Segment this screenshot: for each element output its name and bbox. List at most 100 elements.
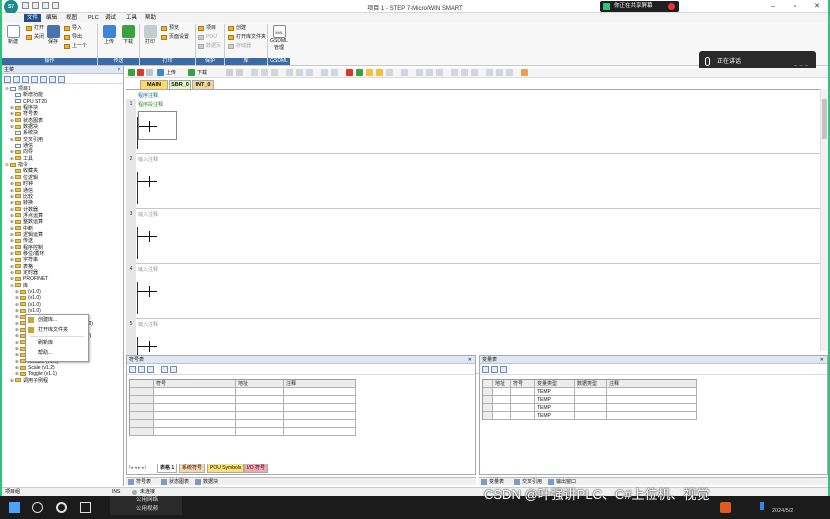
column-header[interactable]: 符号 xyxy=(154,380,236,388)
table-cell[interactable] xyxy=(284,428,356,436)
table-cell[interactable] xyxy=(236,396,284,404)
star-icon[interactable] xyxy=(376,69,383,76)
import-button[interactable]: 导入 xyxy=(64,25,82,32)
editor-scrollbar[interactable] xyxy=(820,89,827,351)
row-header-cell[interactable] xyxy=(483,412,493,420)
download-text[interactable]: 下载 xyxy=(197,69,207,76)
export-button[interactable]: 导出 xyxy=(64,34,82,41)
table-cell[interactable] xyxy=(284,396,356,404)
table-cell[interactable] xyxy=(607,404,697,412)
table-cell[interactable] xyxy=(236,420,284,428)
row-header-cell[interactable] xyxy=(483,396,493,404)
scroll-thumb[interactable] xyxy=(822,99,827,139)
tools-icon[interactable] xyxy=(521,69,528,76)
open-button[interactable]: 打开 xyxy=(26,25,44,32)
cortana-icon[interactable] xyxy=(56,502,67,513)
table-cell[interactable]: TEMP xyxy=(535,388,575,396)
download-icon[interactable] xyxy=(188,69,195,76)
task-view-icon[interactable] xyxy=(80,502,91,513)
selection-box[interactable] xyxy=(138,111,177,140)
table-row[interactable]: TEMP xyxy=(483,412,697,420)
screen-share-indicator[interactable]: 你正在共享屏幕 xyxy=(600,1,679,12)
box-icon[interactable] xyxy=(436,69,443,76)
table-cell[interactable] xyxy=(607,396,697,404)
tab-int0[interactable]: INT_0 xyxy=(192,80,214,89)
page-setup-button[interactable]: 页面设置 xyxy=(161,34,189,41)
menu-item[interactable]: 编辑 xyxy=(43,14,60,22)
table-cell[interactable] xyxy=(493,388,511,396)
tab-status-chart[interactable]: 状态图表 xyxy=(160,478,189,486)
table-cell[interactable] xyxy=(511,412,535,420)
menu-item[interactable]: 帮助 xyxy=(142,14,159,22)
add-row-icon[interactable] xyxy=(482,366,489,373)
network-icon[interactable] xyxy=(331,69,338,76)
symbol-grid[interactable]: 符号 地址 注释 xyxy=(129,379,356,436)
close-icon[interactable]: ✕ xyxy=(820,356,824,364)
prev-version-button[interactable]: 上一个 xyxy=(64,43,87,50)
minimize-button[interactable]: – xyxy=(762,1,784,12)
row-header-cell[interactable] xyxy=(483,388,493,396)
table-cell[interactable] xyxy=(493,396,511,404)
tab-pou-symbols[interactable]: POU Symbols xyxy=(207,464,245,473)
filter-icon[interactable] xyxy=(147,366,154,373)
table-cell[interactable] xyxy=(154,404,236,412)
save-button[interactable]: 保存 xyxy=(46,25,60,45)
network-popup[interactable]: 公用网络 公用视频 xyxy=(110,496,182,515)
refresh-icon[interactable] xyxy=(161,366,168,373)
preview-button[interactable]: 预览 xyxy=(161,25,179,32)
network-comment[interactable]: 输入注释 xyxy=(138,156,158,163)
table-cell[interactable] xyxy=(493,412,511,420)
search-icon[interactable] xyxy=(32,502,43,513)
tab-symbol-table[interactable]: 符号表 xyxy=(127,478,151,486)
lib-create-button[interactable]: 创建 xyxy=(228,25,246,32)
column-header[interactable]: 变量类型 xyxy=(535,380,575,388)
table-cell[interactable] xyxy=(236,428,284,436)
delete-row-icon[interactable] xyxy=(491,366,498,373)
network-comment[interactable]: 输入注释 xyxy=(138,266,158,273)
table-cell[interactable] xyxy=(154,388,236,396)
menu-item[interactable]: 工具 xyxy=(123,14,140,22)
play-icon[interactable] xyxy=(356,69,363,76)
delete-icon[interactable] xyxy=(236,69,243,76)
app-tray-icon[interactable] xyxy=(720,502,731,513)
table-cell[interactable] xyxy=(607,388,697,396)
network-comment[interactable]: 程序段注释 xyxy=(138,101,163,108)
ctx-refresh-library[interactable]: 刷新库 xyxy=(26,338,88,348)
upload-icon[interactable] xyxy=(157,69,164,76)
table-row[interactable] xyxy=(130,428,356,436)
upload-text[interactable]: 上传 xyxy=(166,69,176,76)
table-cell[interactable] xyxy=(511,388,535,396)
row-header-cell[interactable] xyxy=(130,412,154,420)
table-cell[interactable]: TEMP xyxy=(535,404,575,412)
table-cell[interactable] xyxy=(236,412,284,420)
pin-icon[interactable]: ᵖ xyxy=(118,66,120,74)
column-header[interactable]: 地址 xyxy=(493,380,511,388)
table-cell[interactable] xyxy=(236,388,284,396)
table-row[interactable] xyxy=(130,396,356,404)
row-header-cell[interactable] xyxy=(130,396,154,404)
table-cell[interactable] xyxy=(511,396,535,404)
table-cell[interactable] xyxy=(154,428,236,436)
tree-tool-icon[interactable] xyxy=(4,76,11,83)
column-header[interactable]: 数据类型 xyxy=(575,380,607,388)
stop-icon[interactable] xyxy=(137,69,144,76)
gsdml-button[interactable]: XML GSDML 管理 xyxy=(270,25,288,51)
column-header[interactable]: 符号 xyxy=(511,380,535,388)
tab-system-symbols[interactable]: 系统符号 xyxy=(179,464,206,473)
tab-sbr0[interactable]: SBR_0 xyxy=(169,80,191,89)
maximize-button[interactable]: ▫ xyxy=(784,1,806,12)
network-comment[interactable]: 输入注释 xyxy=(138,321,158,328)
menu-item[interactable]: 视图 xyxy=(63,14,80,22)
network-icon[interactable] xyxy=(321,69,328,76)
ctx-open-library-folder[interactable]: 打开库文件夹 xyxy=(26,325,88,335)
table-cell[interactable] xyxy=(575,396,607,404)
table-icon[interactable] xyxy=(496,69,503,76)
run-icon[interactable] xyxy=(128,69,135,76)
table-row[interactable] xyxy=(130,412,356,420)
table-cell[interactable] xyxy=(154,420,236,428)
branch-icon[interactable] xyxy=(471,69,478,76)
monitor-icon[interactable] xyxy=(306,69,313,76)
protect-datapage-button[interactable]: 数据页 xyxy=(198,43,221,50)
ctx-create-library[interactable]: 创建库... xyxy=(26,315,88,325)
close-button[interactable]: ✕ xyxy=(806,1,828,12)
